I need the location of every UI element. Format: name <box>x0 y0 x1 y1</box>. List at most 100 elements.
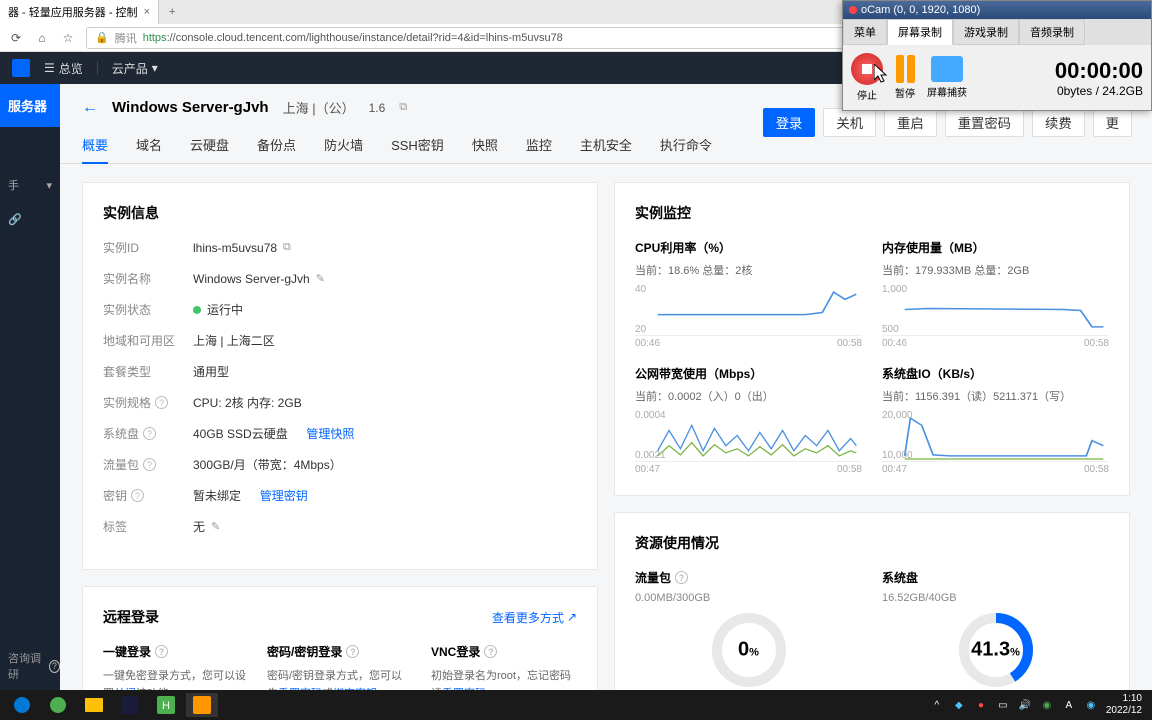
disk-usage: 系统盘 16.52GB/40GB 41.3% 已使用 <box>882 569 1109 690</box>
browser-tab[interactable]: 器 - 轻量应用服务器 - 控制 × <box>0 0 159 24</box>
start-button[interactable] <box>6 693 38 717</box>
main-content: ← Windows Server-gJvh 上海 |（公） 1.6 ⧉ 登录 关… <box>60 84 1152 690</box>
help-icon[interactable]: ? <box>131 489 144 502</box>
tray-network-icon[interactable]: ▭ <box>996 698 1010 712</box>
task-ocam[interactable] <box>186 693 218 717</box>
sidebar-item[interactable]: 🔗 <box>0 203 60 236</box>
tray-chevron-icon[interactable]: ^ <box>930 698 944 712</box>
tab-monitor[interactable]: 监控 <box>526 127 552 163</box>
ocam-title-text: oCam (0, 0, 1920, 1080) <box>861 4 980 16</box>
renew-button[interactable]: 续费 <box>1032 108 1085 137</box>
ocam-tab-screen[interactable]: 屏幕录制 <box>887 19 953 45</box>
ocam-tab-audio[interactable]: 音频录制 <box>1019 19 1085 45</box>
region-label: 上海 |（公） <box>283 98 355 117</box>
star-icon[interactable]: ☆ <box>60 30 76 46</box>
manage-key-link[interactable]: 管理密钥 <box>260 487 308 504</box>
help-icon[interactable]: ? <box>143 458 156 471</box>
ocam-tabs: 菜单 屏幕录制 游戏录制 音频录制 <box>843 19 1151 45</box>
tab-snapshot[interactable]: 快照 <box>472 127 498 163</box>
ocam-capture-button[interactable]: 屏幕捕获 <box>927 56 967 99</box>
left-sidebar: 服务器 手 ▾ 🔗 咨询调研 ? <box>0 84 60 690</box>
instance-name: Windows Server-gJvh <box>112 99 269 116</box>
tab-ssh[interactable]: SSH密钥 <box>391 127 444 163</box>
stop-icon <box>851 53 883 85</box>
info-label: 标签 <box>103 518 193 535</box>
info-label: 实例规格 <box>103 394 151 411</box>
tab-firewall[interactable]: 防火墙 <box>324 127 363 163</box>
home-icon[interactable]: ⌂ <box>34 30 50 46</box>
cloud-logo-icon[interactable] <box>12 59 30 77</box>
reset-password-button[interactable]: 重置密码 <box>945 108 1024 137</box>
task-explorer[interactable] <box>78 693 110 717</box>
ocam-stop-button[interactable]: 停止 <box>851 53 883 102</box>
sidebar-item[interactable]: 手 ▾ <box>0 167 60 203</box>
onekey-login-section: 一键登录? 一键免密登录方式，您可以设置关闭该功能。 登录 <box>103 643 249 690</box>
card-title: 远程登录 <box>103 607 159 627</box>
sidebar-item[interactable] <box>0 127 60 147</box>
tab-disk[interactable]: 云硬盘 <box>190 127 229 163</box>
bandwidth-chart: 公网带宽使用（Mbps） 当前：0.0002（入）0（出） 0.00040.00… <box>635 365 862 475</box>
tray-icon[interactable]: ● <box>974 698 988 712</box>
section-title: VNC登录 <box>431 643 480 660</box>
section-title: 一键登录 <box>103 643 151 660</box>
sidebar-feedback[interactable]: 咨询调研 ? <box>8 650 60 682</box>
help-icon[interactable]: ? <box>143 427 156 440</box>
back-arrow-icon[interactable]: ← <box>82 99 98 117</box>
ocam-titlebar[interactable]: oCam (0, 0, 1920, 1080) <box>843 1 1151 19</box>
shutdown-button[interactable]: 关机 <box>823 108 876 137</box>
ocam-tab-menu[interactable]: 菜单 <box>843 19 887 45</box>
ocam-tab-game[interactable]: 游戏录制 <box>953 19 1019 45</box>
view-more-link[interactable]: 查看更多方式 ↗ <box>492 609 577 626</box>
edit-icon[interactable]: ✎ <box>211 520 220 533</box>
edit-icon[interactable]: ✎ <box>316 272 325 285</box>
info-label: 系统盘 <box>103 425 139 442</box>
sidebar-item[interactable] <box>0 147 60 167</box>
flow-val: 300GB/月（带宽：4Mbps） <box>193 456 342 473</box>
help-icon[interactable]: ? <box>675 571 688 584</box>
help-icon[interactable]: ? <box>484 645 497 658</box>
windows-taskbar[interactable]: H ^ ◆ ● ▭ 🔊 ◉ A ◉ 1:10 2022/12 <box>0 690 1152 720</box>
vnc-login-section: VNC登录? 初始登录名为root，忘记密码请重置密码。 登录 <box>431 643 577 690</box>
pkg-val: 通用型 <box>193 363 229 380</box>
tray-icon[interactable]: ◉ <box>1084 698 1098 712</box>
copy-icon[interactable]: ⧉ <box>283 241 291 254</box>
help-icon[interactable]: ? <box>346 645 359 658</box>
login-button[interactable]: 登录 <box>763 108 816 137</box>
url-protocol: https <box>143 32 167 44</box>
tab-overview[interactable]: 概要 <box>82 127 108 164</box>
tray-clock[interactable]: 1:10 2022/12 <box>1106 693 1146 717</box>
zone-val: 上海 | 上海二区 <box>193 332 275 349</box>
ip-prefix: 1.6 <box>369 101 386 115</box>
tray-icon[interactable]: ◉ <box>1040 698 1054 712</box>
status-dot-icon <box>193 306 201 314</box>
tray-icon[interactable]: ◆ <box>952 698 966 712</box>
reload-icon[interactable]: ⟳ <box>8 30 24 46</box>
disk-io-chart: 系统盘IO（KB/s） 当前：1156.391（读）5211.371（写） 20… <box>882 365 1109 475</box>
restart-button[interactable]: 重启 <box>884 108 937 137</box>
more-button[interactable]: 更 <box>1093 108 1132 137</box>
task-app1[interactable] <box>114 693 146 717</box>
new-tab-button[interactable]: + <box>159 2 185 22</box>
tab-exec[interactable]: 执行命令 <box>660 127 712 163</box>
nav-products[interactable]: 云产品 ▾ <box>112 60 158 77</box>
spec-val: CPU: 2核 内存: 2GB <box>193 394 302 411</box>
manage-snapshot-link[interactable]: 管理快照 <box>306 425 354 442</box>
nav-overview[interactable]: ☰ 总览 <box>44 60 83 77</box>
action-buttons: 登录 关机 重启 重置密码 续费 更 <box>763 108 1132 137</box>
info-label: 密钥 <box>103 487 127 504</box>
help-icon[interactable]: ? <box>155 645 168 658</box>
copy-icon[interactable]: ⧉ <box>399 101 407 114</box>
password-login-section: 密码/密钥登录? 密码/密钥登录方式，您可以先重置密码或绑定密钥。 登录 <box>267 643 413 690</box>
help-icon[interactable]: ? <box>155 396 168 409</box>
close-icon[interactable]: × <box>144 6 150 18</box>
tab-security[interactable]: 主机安全 <box>580 127 632 163</box>
ocam-pause-button[interactable]: 暂停 <box>895 55 915 100</box>
task-app2[interactable]: H <box>150 693 182 717</box>
tray-icon[interactable]: A <box>1062 698 1076 712</box>
cpu-chart: CPU利用率（%） 当前：18.6% 总量：2核 4020 00:4600:58 <box>635 239 862 349</box>
task-browser[interactable] <box>42 693 74 717</box>
tab-domain[interactable]: 域名 <box>136 127 162 163</box>
tray-volume-icon[interactable]: 🔊 <box>1018 698 1032 712</box>
ocam-window[interactable]: oCam (0, 0, 1920, 1080) 菜单 屏幕录制 游戏录制 音频录… <box>842 0 1152 111</box>
tab-backup[interactable]: 备份点 <box>257 127 296 163</box>
